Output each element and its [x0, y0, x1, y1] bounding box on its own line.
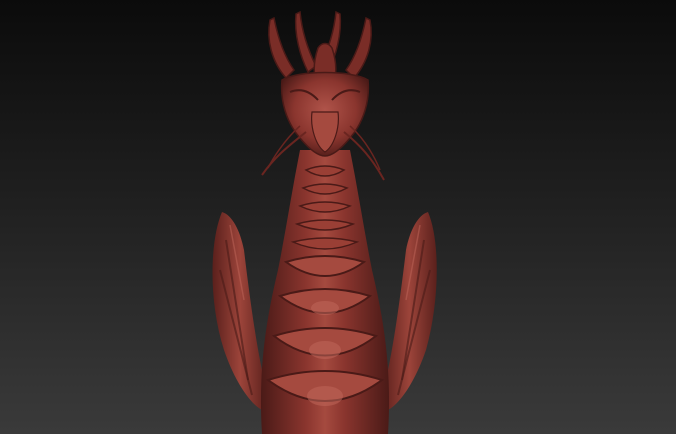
right-wing	[382, 212, 437, 410]
dragon-body	[260, 150, 390, 434]
dragon-sculpt-render	[212, 10, 437, 434]
sculpt-viewport[interactable]	[0, 0, 676, 434]
dragon-head	[261, 10, 385, 181]
left-wing	[212, 212, 268, 410]
